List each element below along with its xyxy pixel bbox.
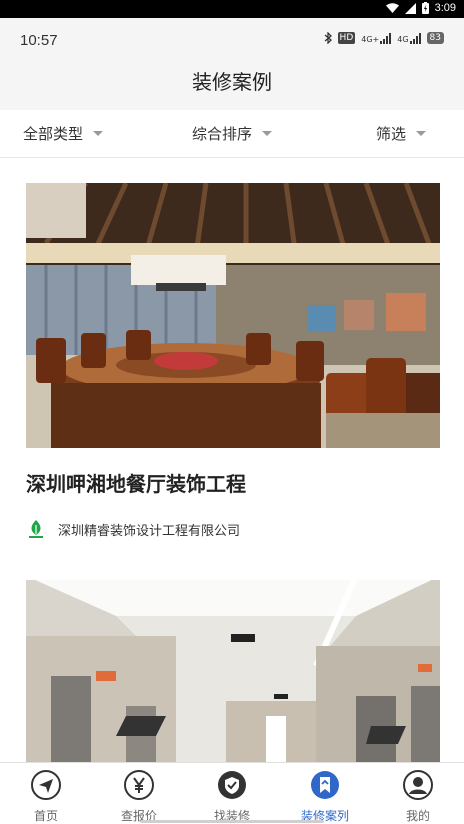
user-icon bbox=[403, 770, 433, 800]
bottom-tab-bar: 首页 查报价 找装修 装修案列 我的 bbox=[0, 762, 464, 824]
elevator-lobby-photo bbox=[26, 576, 440, 762]
battery-charging-icon bbox=[421, 2, 429, 14]
tab-home[interactable]: 首页 bbox=[0, 763, 92, 824]
cell-signal-icon bbox=[404, 2, 416, 14]
header: 装修案例 bbox=[0, 62, 464, 110]
tab-me[interactable]: 我的 bbox=[372, 763, 464, 824]
company-info[interactable]: 深圳精睿装饰设计工程有限公司 bbox=[26, 519, 440, 539]
dropdown-arrow-icon bbox=[416, 130, 427, 136]
filter-sort-dropdown[interactable]: 综合排序 bbox=[192, 110, 273, 156]
dropdown-arrow-icon bbox=[262, 130, 273, 136]
network-type-2: 4G bbox=[397, 35, 409, 44]
battery-level: 83 bbox=[426, 32, 444, 44]
filter-sort-label: 综合排序 bbox=[192, 124, 253, 143]
signal-2: 4G bbox=[397, 32, 421, 44]
bluetooth-icon bbox=[324, 32, 332, 44]
tab-label: 首页 bbox=[33, 809, 58, 823]
home-indicator[interactable] bbox=[140, 820, 324, 823]
tab-quote[interactable]: 查报价 bbox=[93, 763, 185, 824]
network-type-1: 4G+ bbox=[361, 35, 380, 44]
signal-bars-icon bbox=[380, 32, 392, 44]
tab-label: 我的 bbox=[405, 809, 430, 823]
company-logo-icon bbox=[29, 520, 43, 538]
app-screen: 3:09 10:57 HD 4G+ 4G 83 装修案例 全部类型 综合排序 筛… bbox=[0, 0, 464, 824]
tab-cases[interactable]: 装修案列 bbox=[279, 763, 371, 824]
case-card[interactable] bbox=[26, 576, 440, 762]
case-photo-elevator-lobby[interactable] bbox=[26, 576, 440, 762]
filter-screen-label: 筛选 bbox=[376, 124, 407, 143]
system-status-bar: 3:09 bbox=[0, 0, 464, 18]
page-title: 装修案例 bbox=[192, 70, 272, 94]
status-clock: 10:57 bbox=[20, 32, 58, 49]
bookmark-icon bbox=[311, 771, 339, 799]
filter-type-label: 全部类型 bbox=[23, 124, 84, 143]
tab-find-decorator[interactable]: 找装修 bbox=[186, 763, 278, 824]
paper-plane-icon bbox=[31, 770, 61, 800]
signal-bars-icon bbox=[409, 32, 421, 44]
case-photo-restaurant[interactable] bbox=[26, 183, 440, 448]
filter-type-dropdown[interactable]: 全部类型 bbox=[23, 110, 104, 156]
filter-bar: 全部类型 综合排序 筛选 bbox=[0, 110, 464, 158]
filter-screen-dropdown[interactable]: 筛选 bbox=[376, 110, 427, 156]
signal-1: 4G+ bbox=[361, 32, 392, 44]
system-time: 3:09 bbox=[434, 2, 456, 14]
status-bar: 10:57 HD 4G+ 4G 83 bbox=[0, 18, 464, 62]
company-name: 深圳精睿装饰设计工程有限公司 bbox=[58, 523, 241, 539]
wifi-icon bbox=[385, 2, 399, 13]
dropdown-arrow-icon bbox=[93, 130, 104, 136]
hd-badge: HD bbox=[337, 32, 356, 44]
case-title: 深圳呷湘地餐厅装饰工程 bbox=[26, 472, 246, 496]
restaurant-photo bbox=[26, 183, 440, 448]
yen-icon bbox=[124, 770, 154, 800]
case-card[interactable]: 深圳呷湘地餐厅装饰工程 深圳精睿装饰设计工程有限公司 bbox=[26, 183, 440, 539]
shield-check-icon bbox=[218, 771, 246, 799]
